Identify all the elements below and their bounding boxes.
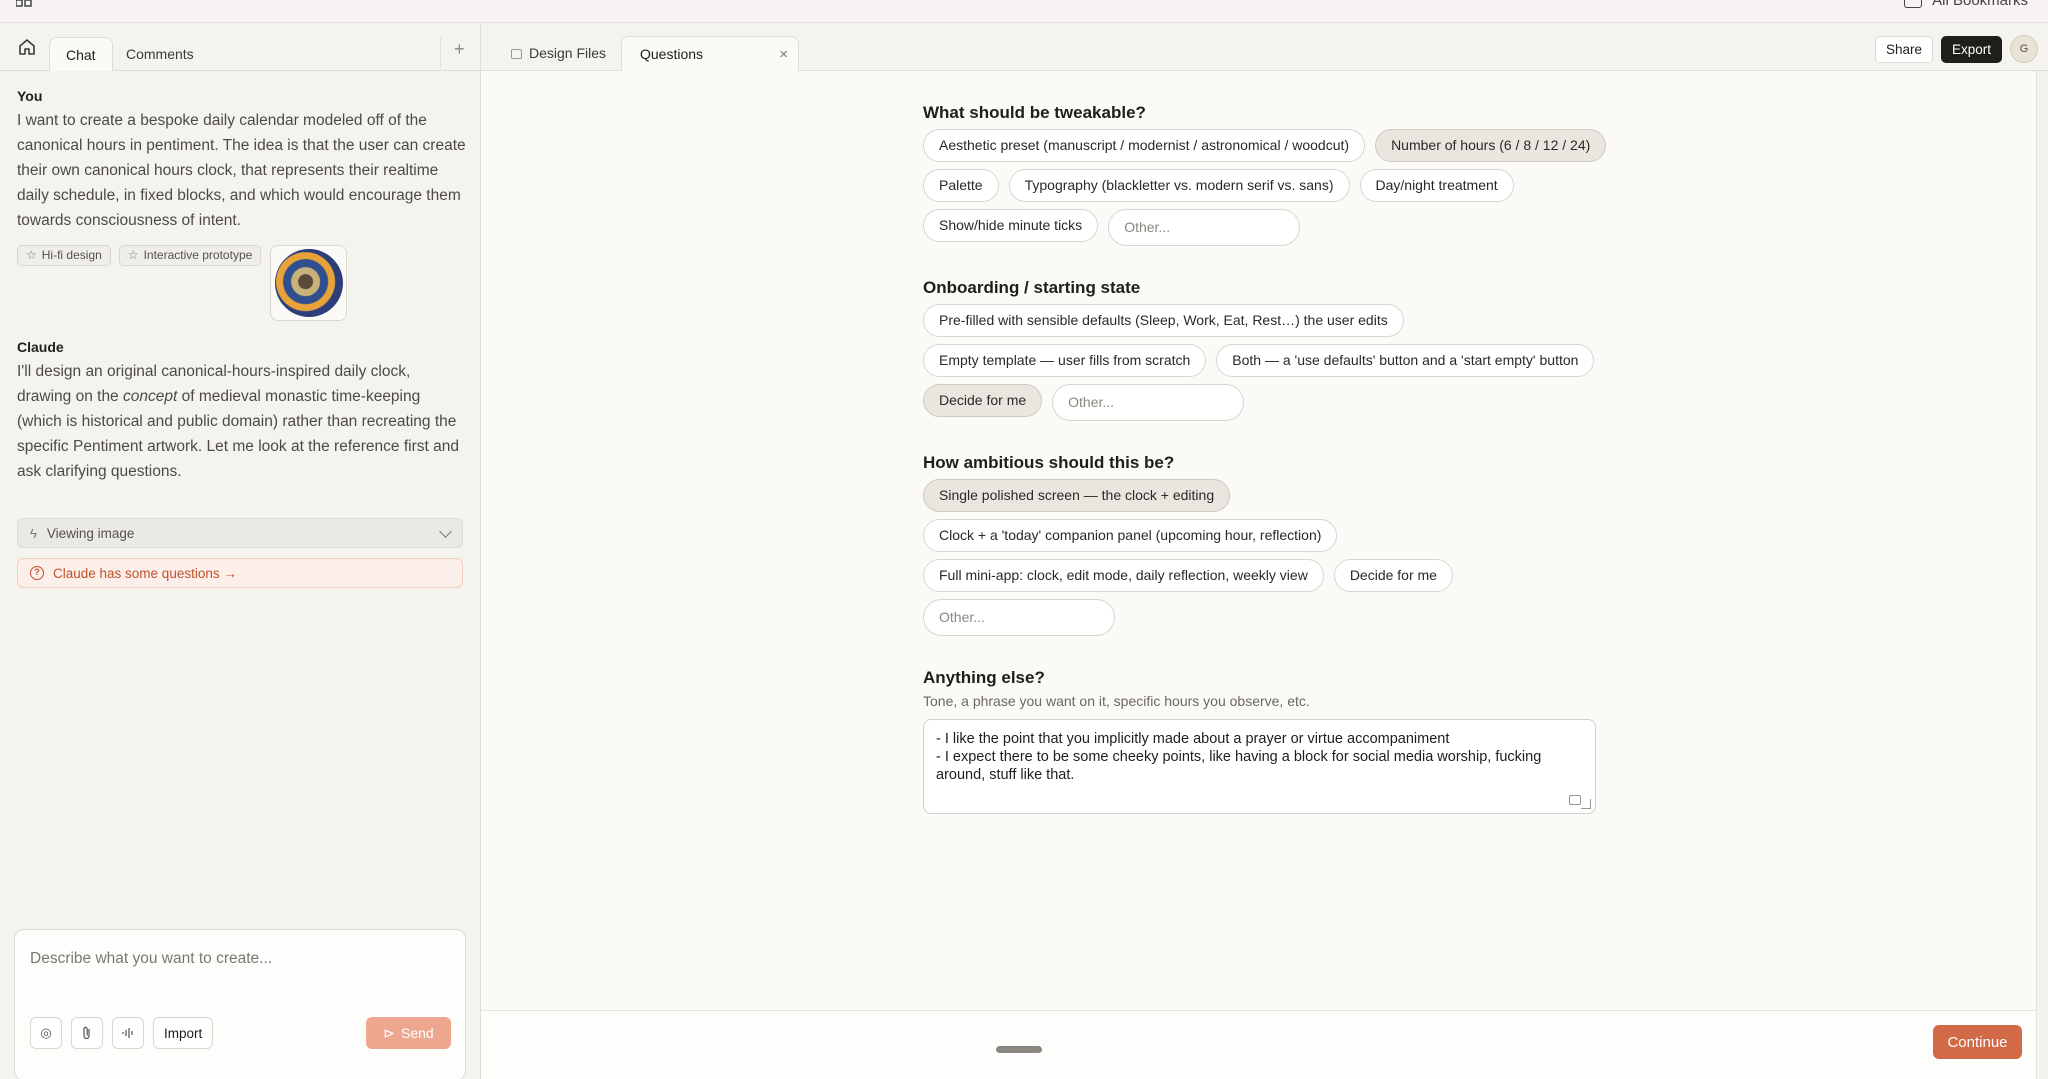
option-pill[interactable]: Decide for me [923, 384, 1043, 417]
option-pill[interactable]: Single polished screen — the clock + edi… [923, 479, 1231, 512]
tab-questions[interactable]: Questions × [621, 36, 799, 71]
assistant-text-emphasis: concept [123, 388, 178, 405]
option-list: Aesthetic preset (manuscript / modernist… [923, 129, 1613, 246]
close-icon[interactable]: × [779, 37, 788, 72]
star-icon: ☆ [26, 248, 37, 262]
assistant-message: I'll design an original canonical-hours-… [17, 359, 467, 484]
attachment-chips: ☆ Hi-fi design ☆ Interactive prototype [17, 245, 348, 321]
add-tab-button[interactable]: + [454, 39, 465, 60]
anything-else-textarea[interactable]: - I like the point that you implicitly m… [923, 719, 1596, 814]
question-ambition: How ambitious should this be? Single pol… [923, 453, 1613, 636]
option-pill[interactable]: Decide for me [1333, 559, 1453, 592]
option-pill[interactable]: Aesthetic preset (manuscript / modernist… [923, 129, 1366, 162]
question-anything-else: Anything else? Tone, a phrase you want o… [923, 668, 1613, 814]
top-bar: All Bookmarks [0, 0, 2048, 23]
option-pill[interactable]: Clock + a 'today' companion panel (upcom… [923, 519, 1338, 552]
viewing-label: Viewing image [46, 525, 135, 541]
assistant-author: Claude [17, 339, 64, 355]
send-label: Send [401, 1025, 434, 1041]
import-button[interactable]: Import [153, 1017, 214, 1049]
continue-button[interactable]: Continue [1933, 1025, 2022, 1059]
lightning-icon: ϟ [30, 525, 37, 541]
composer: Describe what you want to create... ◎ Im… [14, 929, 466, 1079]
question-title: What should be tweakable? [923, 103, 1146, 122]
chip-label: Interactive prototype [143, 248, 253, 262]
question-subtitle: Tone, a phrase you want on it, specific … [923, 693, 1310, 709]
other-input[interactable]: Other... [1052, 384, 1245, 421]
header-actions: Share Export G [1874, 35, 2038, 63]
clock-image [274, 249, 343, 317]
chip-hifi[interactable]: ☆ Hi-fi design [17, 245, 111, 266]
option-pill[interactable]: Day/night treatment [1359, 169, 1514, 202]
send-button[interactable]: ⊳ Send [366, 1017, 451, 1049]
share-button[interactable]: Share [1874, 35, 1933, 63]
option-list: Pre-filled with sensible defaults (Sleep… [923, 304, 1613, 421]
question-title: Anything else? [923, 668, 1045, 687]
chat-panel: Chat Comments + You I want to create a b… [0, 23, 481, 1079]
settings-icon[interactable]: ◎ [30, 1017, 62, 1049]
other-input[interactable]: Other... [1108, 209, 1301, 246]
tab-label: Design Files [529, 45, 607, 61]
option-list: Single polished screen — the clock + edi… [923, 479, 1613, 636]
questions-link-label: Claude has some questions → [53, 565, 237, 581]
option-pill[interactable]: Both — a 'use defaults' button and a 'st… [1216, 344, 1595, 377]
other-input[interactable]: Other... [923, 599, 1115, 636]
avatar[interactable]: G [2010, 35, 2038, 63]
star-icon: ☆ [127, 248, 139, 262]
file-tabs: Design Files Questions × Share Export G [481, 23, 2048, 71]
questions-form: What should be tweakable? Aesthetic pres… [923, 103, 1613, 846]
keyboard-icon [1569, 795, 1581, 805]
question-onboarding: Onboarding / starting state Pre-filled w… [923, 278, 1613, 421]
bookmarks-icon [1904, 0, 1923, 8]
audio-icon[interactable] [112, 1017, 144, 1049]
scrollbar[interactable] [2036, 71, 2048, 1079]
option-pill[interactable]: Typography (blackletter vs. modern serif… [1008, 169, 1350, 202]
chevron-down-icon [439, 525, 452, 538]
user-message: I want to create a bespoke daily calenda… [17, 112, 466, 229]
user-author: You [17, 88, 43, 104]
question-circle-icon: ? [30, 566, 44, 580]
question-tweakable: What should be tweakable? Aesthetic pres… [923, 103, 1613, 246]
prompt-input[interactable]: Describe what you want to create... [30, 950, 272, 968]
question-title: How ambitious should this be? [923, 453, 1175, 472]
viewing-image-toggle[interactable]: ϟ Viewing image [17, 518, 463, 548]
grid-icon[interactable] [16, 0, 32, 8]
tab-chat[interactable]: Chat [49, 37, 113, 71]
option-pill[interactable]: Pre-filled with sensible defaults (Sleep… [923, 304, 1404, 337]
drag-handle[interactable] [996, 1046, 1042, 1053]
questions-link[interactable]: ? Claude has some questions → [17, 558, 463, 588]
option-pill[interactable]: Palette [923, 169, 999, 202]
attach-icon[interactable] [71, 1017, 103, 1049]
chip-prototype[interactable]: ☆ Interactive prototype [118, 245, 262, 266]
question-title: Onboarding / starting state [923, 278, 1141, 297]
file-icon [511, 48, 522, 59]
resize-handle-icon[interactable] [1581, 799, 1591, 809]
textarea-value: - I like the point that you implicitly m… [936, 731, 1542, 783]
tab-label: Questions [640, 45, 704, 62]
tab-comments[interactable]: Comments [110, 37, 210, 71]
composer-tools: ◎ Import [30, 1017, 214, 1049]
send-icon: ⊳ [383, 1024, 396, 1041]
option-pill[interactable]: Number of hours (6 / 8 / 12 / 24) [1375, 129, 1607, 162]
tab-design-files[interactable]: Design Files [511, 36, 606, 71]
questions-panel: Design Files Questions × Share Export G … [481, 23, 2048, 1079]
chip-label: Hi-fi design [41, 248, 102, 262]
option-pill[interactable]: Empty template — user fills from scratch [923, 344, 1207, 377]
bookmarks-label: All Bookmarks [1932, 0, 2028, 9]
tab-divider [440, 37, 441, 71]
home-icon[interactable] [15, 36, 39, 58]
reference-image-thumbnail[interactable] [270, 245, 348, 321]
option-pill[interactable]: Full mini-app: clock, edit mode, daily r… [923, 559, 1324, 592]
chat-tabs: Chat Comments + [0, 23, 481, 71]
export-button[interactable]: Export [1940, 35, 2002, 63]
option-pill[interactable]: Show/hide minute ticks [923, 209, 1099, 242]
all-bookmarks-button[interactable]: All Bookmarks [1904, 0, 2028, 9]
form-footer: Continue [481, 1010, 2036, 1079]
